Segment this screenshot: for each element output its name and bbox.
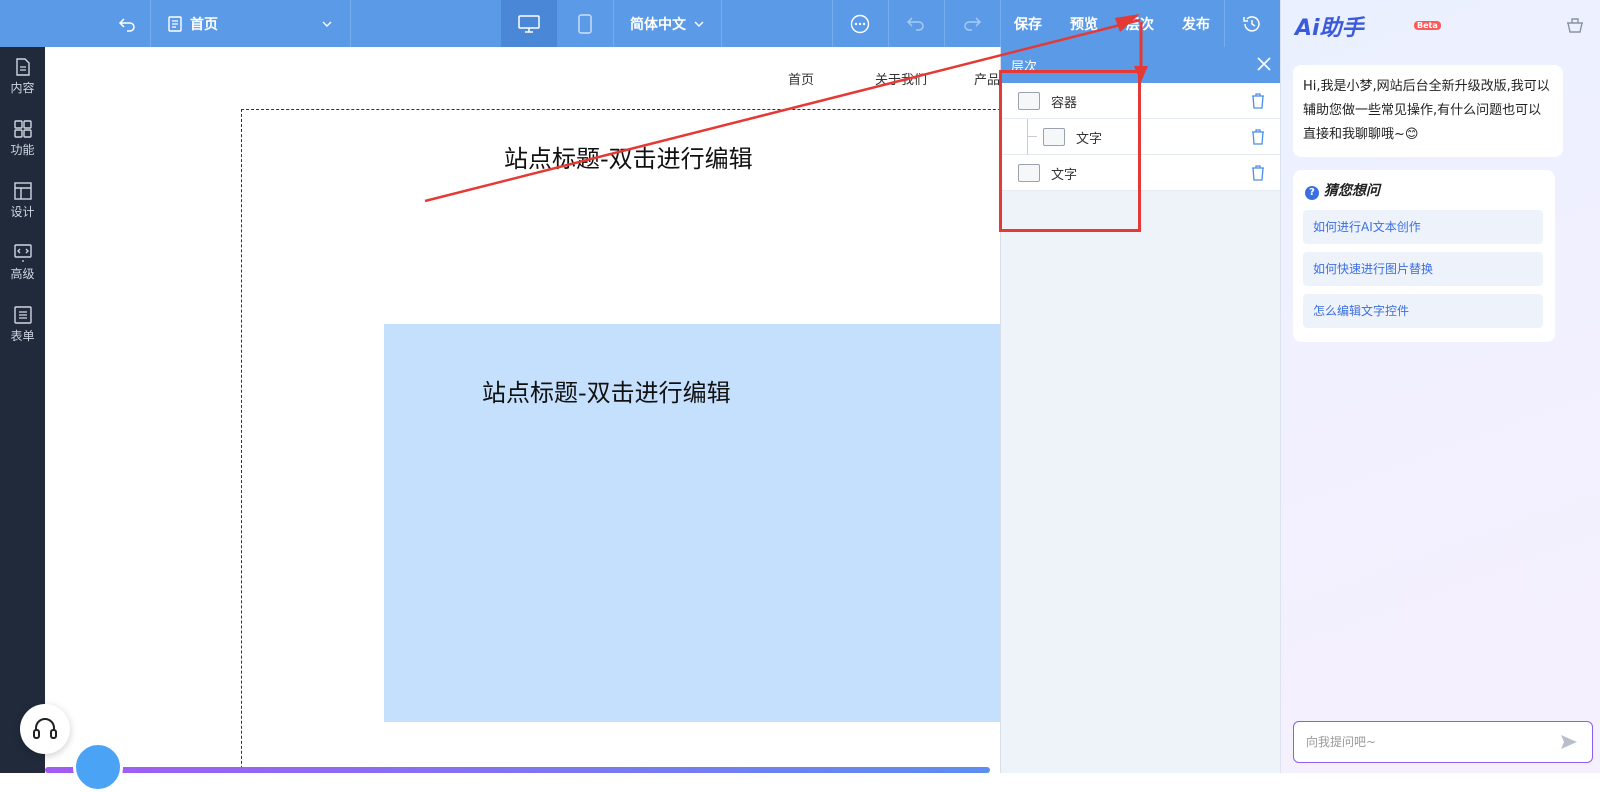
suggestion-item[interactable]: 如何进行AI文本创作 <box>1303 210 1543 244</box>
ai-logo-text: Ai助手 <box>1295 16 1364 41</box>
clear-chat-icon[interactable] <box>1566 15 1584 33</box>
question-icon: ? <box>1305 186 1319 200</box>
send-icon[interactable] <box>1560 734 1578 750</box>
suggestion-card: ? 猜您想问 如何进行AI文本创作 如何快速进行图片替换 怎么编辑文字控件 <box>1293 170 1555 342</box>
ai-chat-input[interactable]: 向我提问吧~ <box>1293 721 1593 763</box>
ai-greeting-message: Hi,我是小梦,网站后台全新升级改版,我可以辅助您做一些常见操作,有什么问题也可… <box>1293 65 1563 157</box>
beta-badge: Beta <box>1414 21 1441 30</box>
suggestion-item[interactable]: 怎么编辑文字控件 <box>1303 294 1543 328</box>
ai-logo: Ai助手 Beta <box>1295 10 1441 42</box>
suggestion-title: ? 猜您想问 <box>1305 180 1380 200</box>
ai-assistant-panel: Ai助手 Beta Hi,我是小梦,网站后台全新升级改版,我可以辅助您做一些常见… <box>1280 0 1600 773</box>
suggestion-item[interactable]: 如何快速进行图片替换 <box>1303 252 1543 286</box>
